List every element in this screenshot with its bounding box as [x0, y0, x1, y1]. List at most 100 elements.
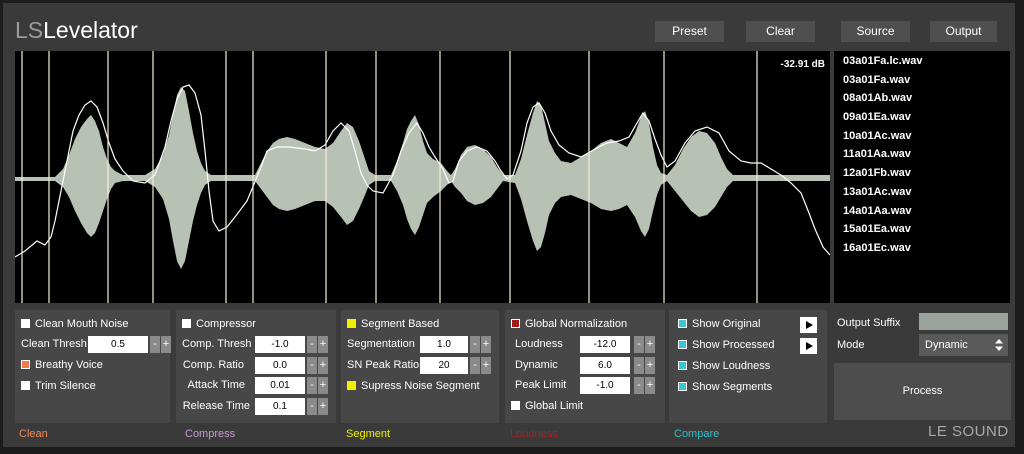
app-title: LSLevelator	[15, 17, 138, 43]
process-button[interactable]: Process	[834, 363, 1011, 420]
sn-peak-ratio-input[interactable]: 20	[420, 357, 468, 374]
comp-thresh-decrement[interactable]: -	[307, 336, 317, 353]
loudness-decrement[interactable]: -	[634, 336, 644, 353]
play-original-icon[interactable]	[800, 317, 817, 333]
file-item[interactable]: 15a01Ea.wav	[843, 222, 911, 236]
release-time-decrement[interactable]: -	[307, 398, 317, 415]
show-loudness-row[interactable]: Show Loudness	[678, 357, 798, 375]
loudness-panel: Global Normalization Loudness -12.0 - + …	[505, 310, 665, 423]
brand-logo: LE SOUND	[928, 423, 1009, 440]
file-item[interactable]: 14a01Aa.wav	[843, 204, 912, 218]
compressor-row[interactable]: Compressor	[182, 315, 332, 333]
waveform-fill	[15, 87, 830, 269]
global-normalization-checkbox[interactable]	[511, 319, 520, 328]
comp-thresh-increment[interactable]: +	[318, 336, 328, 353]
compare-panel: Show Original Show Processed Show Loudne…	[669, 310, 827, 423]
show-loudness-label: Show Loudness	[692, 360, 771, 372]
file-item[interactable]: 11a01Aa.wav	[843, 147, 911, 161]
file-item[interactable]: 03a01Fa.lc.wav	[843, 54, 923, 68]
show-loudness-checkbox[interactable]	[678, 361, 687, 370]
attack-time-input[interactable]: 0.01	[255, 377, 305, 394]
dynamic-label: Dynamic	[515, 359, 558, 371]
loudness-input[interactable]: -12.0	[580, 336, 630, 353]
play-processed-icon[interactable]	[800, 338, 817, 354]
suppress-noise-checkbox[interactable]	[347, 381, 356, 390]
compress-panel: Compressor Comp. Thresh -1.0 - + Comp. R…	[176, 310, 336, 423]
segmentation-label: Segmentation	[347, 338, 415, 350]
trim-silence-row[interactable]: Trim Silence	[21, 377, 166, 395]
segmentation-input[interactable]: 1.0	[420, 336, 468, 353]
dynamic-decrement[interactable]: -	[634, 357, 644, 374]
show-original-row[interactable]: Show Original	[678, 315, 798, 333]
dynamic-increment[interactable]: +	[645, 357, 655, 374]
release-time-increment[interactable]: +	[318, 398, 328, 415]
show-original-checkbox[interactable]	[678, 319, 687, 328]
mode-select[interactable]: Dynamic	[919, 334, 1008, 356]
segment-based-row[interactable]: Segment Based	[347, 315, 495, 333]
waveform-display[interactable]: -32.91 dB	[15, 51, 830, 303]
clean-thresh-decrement[interactable]: -	[150, 336, 160, 353]
segmentation-increment[interactable]: +	[481, 336, 491, 353]
peak-limit-increment[interactable]: +	[645, 377, 655, 394]
attack-time-row: Attack Time 0.01 - +	[182, 376, 332, 394]
app-window: LSLevelator Preset Clear Source Output -…	[0, 0, 1018, 450]
loudness-increment[interactable]: +	[645, 336, 655, 353]
clean-thresh-row: Clean Thresh 0.5 - +	[21, 335, 171, 353]
footer-clean-label: Clean	[19, 428, 48, 440]
clear-button[interactable]: Clear	[746, 21, 815, 42]
breathy-voice-row[interactable]: Breathy Voice	[21, 356, 166, 374]
release-time-row: Release Time 0.1 - +	[182, 397, 332, 415]
source-button[interactable]: Source	[841, 21, 910, 42]
comp-thresh-row: Comp. Thresh -1.0 - +	[182, 335, 332, 353]
file-list[interactable]: 03a01Fa.lc.wav 03a01Fa.wav 08a01Ab.wav 0…	[834, 51, 1010, 303]
segmentation-decrement[interactable]: -	[470, 336, 480, 353]
attack-time-label: Attack Time	[187, 379, 245, 391]
suppress-noise-row[interactable]: Supress Noise Segment	[347, 377, 495, 395]
global-limit-label: Global Limit	[525, 400, 584, 412]
global-normalization-row[interactable]: Global Normalization	[511, 315, 661, 333]
file-item[interactable]: 08a01Ab.wav	[843, 91, 912, 105]
attack-time-increment[interactable]: +	[318, 377, 328, 394]
segment-based-label: Segment Based	[361, 318, 440, 330]
breathy-voice-label: Breathy Voice	[35, 359, 103, 371]
clean-mouth-noise-checkbox[interactable]	[21, 319, 30, 328]
breathy-voice-checkbox[interactable]	[21, 360, 30, 369]
preset-button[interactable]: Preset	[655, 21, 724, 42]
file-item[interactable]: 13a01Ac.wav	[843, 185, 912, 199]
file-item[interactable]: 03a01Fa.wav	[843, 73, 910, 87]
sn-peak-ratio-decrement[interactable]: -	[470, 357, 480, 374]
show-segments-row[interactable]: Show Segments	[678, 378, 798, 396]
show-processed-checkbox[interactable]	[678, 340, 687, 349]
peak-limit-input[interactable]: -1.0	[580, 377, 630, 394]
trim-silence-checkbox[interactable]	[21, 381, 30, 390]
global-limit-checkbox[interactable]	[511, 401, 520, 410]
clean-thresh-input[interactable]: 0.5	[88, 336, 148, 353]
show-processed-row[interactable]: Show Processed	[678, 336, 798, 354]
file-item[interactable]: 16a01Ec.wav	[843, 241, 911, 255]
compressor-checkbox[interactable]	[182, 319, 191, 328]
output-suffix-input[interactable]	[919, 313, 1008, 330]
dynamic-row: Dynamic 6.0 - +	[511, 356, 661, 374]
loudness-row: Loudness -12.0 - +	[511, 335, 661, 353]
comp-ratio-input[interactable]: 0.0	[255, 357, 305, 374]
global-limit-row[interactable]: Global Limit	[511, 397, 661, 415]
sn-peak-ratio-increment[interactable]: +	[481, 357, 491, 374]
output-suffix-label: Output Suffix	[837, 317, 901, 329]
peak-limit-decrement[interactable]: -	[634, 377, 644, 394]
file-item[interactable]: 12a01Fb.wav	[843, 166, 911, 180]
comp-ratio-decrement[interactable]: -	[307, 357, 317, 374]
release-time-input[interactable]: 0.1	[255, 398, 305, 415]
clean-mouth-noise-row[interactable]: Clean Mouth Noise	[21, 315, 166, 333]
comp-ratio-increment[interactable]: +	[318, 357, 328, 374]
comp-thresh-input[interactable]: -1.0	[255, 336, 305, 353]
attack-time-decrement[interactable]: -	[307, 377, 317, 394]
segment-based-checkbox[interactable]	[347, 319, 356, 328]
clean-thresh-increment[interactable]: +	[161, 336, 171, 353]
show-segments-checkbox[interactable]	[678, 382, 687, 391]
file-item[interactable]: 09a01Ea.wav	[843, 110, 911, 124]
dynamic-input[interactable]: 6.0	[580, 357, 630, 374]
release-time-label: Release Time	[182, 400, 250, 412]
clean-mouth-noise-label: Clean Mouth Noise	[35, 318, 129, 330]
output-button[interactable]: Output	[930, 21, 997, 42]
file-item[interactable]: 10a01Ac.wav	[843, 129, 912, 143]
